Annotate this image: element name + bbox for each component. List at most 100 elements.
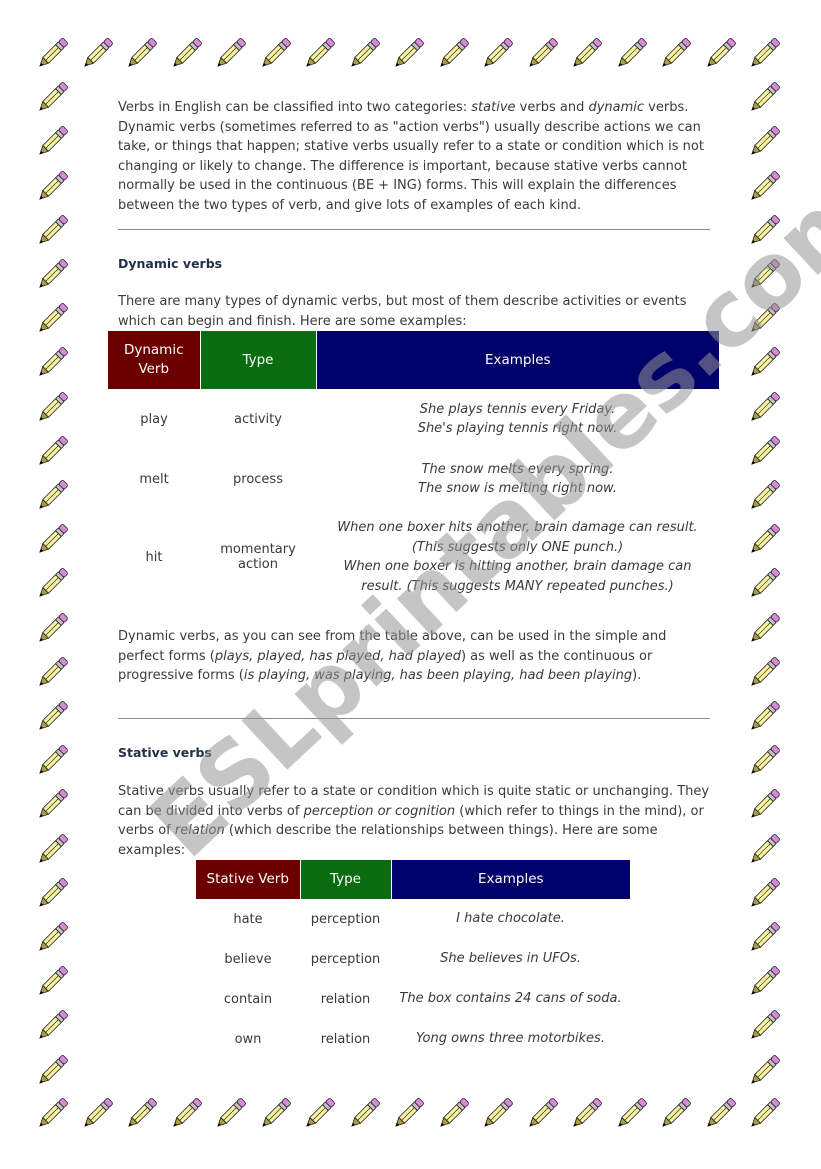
- pencil-icon: [433, 1094, 473, 1134]
- emphasis-text: stative: [471, 100, 516, 115]
- header-examples: Examples: [391, 860, 630, 899]
- pencil-icon: [522, 34, 562, 74]
- pencil-icon: [700, 34, 740, 74]
- pencil-icon: [32, 653, 72, 693]
- pencil-icon: [744, 962, 784, 1002]
- pencil-icon: [299, 1094, 339, 1134]
- pencil-icon: [522, 1094, 562, 1134]
- pencil-icon: [32, 1051, 72, 1091]
- pencil-icon: [744, 1094, 784, 1134]
- pencil-icon: [299, 34, 339, 74]
- pencil-icon: [744, 830, 784, 870]
- verb-cell: melt: [139, 471, 169, 487]
- pencil-icon: [611, 1094, 651, 1134]
- text-run: ).: [632, 668, 642, 683]
- pencil-icon: [477, 1094, 517, 1134]
- emphasis-text: perception or cognition: [303, 803, 456, 819]
- type-cell: momentary action: [220, 542, 296, 572]
- type-cell: relation: [320, 1031, 371, 1047]
- table-row: play activity She plays tennis every Fri…: [108, 389, 719, 449]
- pencil-icon: [166, 34, 206, 74]
- pencil-icon: [32, 432, 72, 472]
- text-run: Verbs in English can be classified into …: [118, 100, 472, 115]
- pencil-icon: [744, 388, 784, 428]
- pencil-icon: [32, 476, 72, 516]
- outro-text: Dynamic verbs, as you can see from the t…: [118, 627, 710, 686]
- pencil-icon: [210, 34, 250, 74]
- pencil-icon: [700, 1094, 740, 1134]
- dynamic-verbs-intro: There are many types of dynamic verbs, b…: [118, 294, 687, 329]
- type-cell: relation: [320, 991, 371, 1007]
- examples-cell: When one boxer hits another, brain damag…: [316, 509, 719, 605]
- stative-verbs-table: Stative Verb Type Examples hate percepti…: [196, 860, 630, 1059]
- pencil-icon: [32, 211, 72, 251]
- table-row: contain relation The box contains 24 can…: [196, 979, 630, 1019]
- verb-cell: hit: [145, 549, 163, 565]
- pencil-icon: [255, 1094, 295, 1134]
- verb-cell: hate: [233, 911, 263, 927]
- pencil-icon: [744, 211, 784, 251]
- table-row: hit momentary action When one boxer hits…: [108, 509, 719, 605]
- pencil-icon: [32, 388, 72, 428]
- header-type: Type: [200, 331, 317, 389]
- pencil-icon: [744, 299, 784, 339]
- example: She plays tennis every Friday.: [419, 401, 616, 417]
- examples-cell: The snow melts every spring. The snow is…: [316, 449, 719, 509]
- pencil-icon: [744, 1051, 784, 1091]
- example: The snow melts every spring.: [421, 461, 614, 477]
- pencil-icon: [32, 609, 72, 649]
- type-cell: process: [233, 471, 283, 487]
- stative-verbs-intro: Stative verbs usually refer to a state o…: [118, 782, 710, 860]
- pencil-icon: [32, 167, 72, 207]
- table-row: believe perception She believes in UFOs.: [196, 939, 630, 979]
- pencil-icon: [744, 34, 784, 74]
- verb-cell: contain: [223, 991, 273, 1007]
- pencil-icon: [744, 520, 784, 560]
- pencil-icon: [655, 1094, 695, 1134]
- example: When one boxer hits another, brain damag…: [337, 520, 698, 555]
- pencil-icon: [744, 122, 784, 162]
- pencil-icon: [32, 299, 72, 339]
- header-type: Type: [300, 860, 392, 899]
- type-cell: activity: [234, 411, 282, 427]
- pencil-icon: [388, 34, 428, 74]
- pencil-icon: [655, 34, 695, 74]
- pencil-icon: [344, 1094, 384, 1134]
- pencil-icon: [32, 741, 72, 781]
- example: The snow is melting right now.: [418, 481, 617, 496]
- verb-cell: play: [140, 411, 168, 427]
- header-dynamic-verb: Dynamic Verb: [108, 331, 201, 389]
- pencil-icon: [32, 785, 72, 825]
- example: When one boxer is hitting another, brain…: [343, 559, 692, 594]
- divider: [118, 229, 710, 230]
- pencil-icon: [32, 122, 72, 162]
- pencil-icon: [611, 34, 651, 74]
- intro-text: Verbs in English can be classified into …: [118, 98, 710, 215]
- examples-cell: She plays tennis every Friday. She's pla…: [316, 389, 719, 449]
- pencil-icon: [744, 78, 784, 118]
- example-cell: I hate chocolate.: [456, 911, 565, 927]
- example: She's playing tennis right now.: [417, 421, 618, 436]
- pencil-icon: [32, 962, 72, 1002]
- divider: [118, 718, 710, 719]
- emphasis-text: is playing, was playing, has been playin…: [243, 668, 633, 683]
- emphasis-text: dynamic: [588, 100, 645, 115]
- pencil-icon: [32, 34, 72, 74]
- pencil-icon: [744, 564, 784, 604]
- header-stative-verb: Stative Verb: [196, 860, 301, 899]
- pencil-icon: [744, 609, 784, 649]
- pencil-icon: [744, 343, 784, 383]
- example-cell: The box contains 24 cans of soda.: [399, 991, 622, 1007]
- pencil-icon: [388, 1094, 428, 1134]
- pencil-icon: [744, 785, 784, 825]
- pencil-icon: [744, 874, 784, 914]
- table-row: own relation Yong owns three motorbikes.: [196, 1019, 630, 1059]
- intro-paragraph: Verbs in English can be classified into …: [118, 98, 710, 215]
- pencil-icon: [77, 34, 117, 74]
- pencil-icon: [32, 697, 72, 737]
- pencil-icon: [32, 78, 72, 118]
- pencil-icon: [744, 1006, 784, 1046]
- pencil-icon: [255, 34, 295, 74]
- pencil-icon: [344, 34, 384, 74]
- pencil-icon: [32, 1006, 72, 1046]
